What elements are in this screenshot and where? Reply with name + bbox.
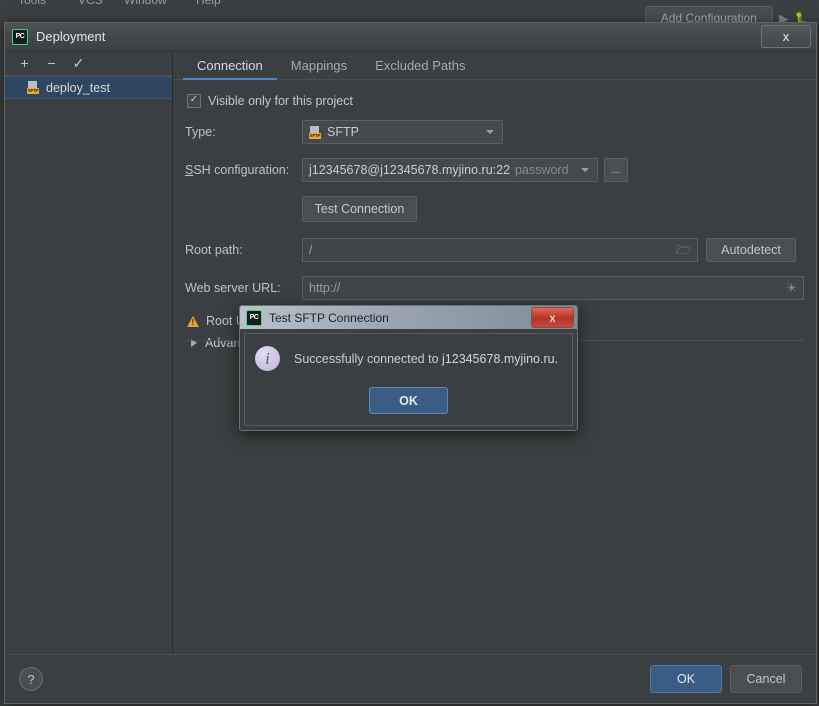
tab-excluded-paths[interactable]: Excluded Paths	[361, 58, 479, 79]
tab-bar: Connection Mappings Excluded Paths	[173, 51, 816, 80]
pycharm-icon: PC	[246, 309, 262, 326]
set-default-button[interactable]: ✓	[72, 56, 85, 70]
folder-icon[interactable]: 🗁	[676, 244, 691, 256]
menu-item-tools[interactable]: Tools	[18, 0, 46, 7]
ssh-configuration-dropdown[interactable]: j12345678@j12345678.myjino.ru:22 passwor…	[302, 158, 598, 182]
tab-connection[interactable]: Connection	[183, 58, 277, 80]
web-server-url-input[interactable]: http:// ☀	[302, 276, 804, 300]
advanced-options-label: Advan	[205, 336, 241, 350]
ssh-configuration-value: j12345678@j12345678.myjino.ru:22	[309, 163, 511, 177]
test-dialog-ok-button[interactable]: OK	[369, 387, 448, 414]
test-dialog-message-row: i Successfully connected to j12345678.my…	[240, 346, 577, 371]
chevron-down-icon	[581, 168, 589, 172]
chevron-down-icon	[486, 130, 494, 134]
menu-item-vcs[interactable]: VCS	[78, 0, 103, 7]
message-host: j12345678.myjino.ru.	[442, 351, 559, 366]
menu-item-help[interactable]: Help	[196, 0, 221, 7]
visible-only-label: Visible only for this project	[208, 94, 353, 108]
menu-item-window[interactable]: Window	[124, 0, 167, 7]
remove-server-button[interactable]: −	[45, 56, 58, 70]
ssh-configuration-row: SSSH configuration:SH configuration: j12…	[185, 158, 804, 182]
type-row: Type: SFTP SFTP	[185, 120, 804, 144]
test-dialog-title: Test SFTP Connection	[269, 310, 389, 325]
dialog-button-bar: ? OK Cancel	[5, 654, 816, 703]
deployment-window-title: Deployment	[36, 29, 106, 44]
test-dialog-message: Successfully connected to j12345678.myji…	[294, 352, 558, 366]
sftp-icon: SFTP	[27, 81, 40, 94]
root-path-label: Root path:	[185, 243, 243, 257]
deployment-titlebar: PC Deployment x	[5, 23, 816, 51]
ok-button[interactable]: OK	[650, 665, 722, 693]
list-item[interactable]: SFTP deploy_test	[5, 76, 172, 99]
visible-only-checkbox[interactable]: ✓	[187, 94, 201, 108]
message-prefix: Successfully connected to	[294, 351, 439, 366]
root-path-row: Root path: / 🗁 Autodetect	[185, 238, 804, 262]
ssh-configuration-label: SSSH configuration:SH configuration:	[185, 163, 290, 177]
ssh-auth-type: password	[515, 163, 569, 177]
warning-icon	[187, 315, 199, 327]
deployment-close-button[interactable]: x	[761, 25, 811, 48]
test-dialog-content: i Successfully connected to j12345678.my…	[244, 333, 573, 426]
test-dialog-titlebar: PC Test SFTP Connection x	[240, 306, 577, 329]
web-server-url-value: http://	[309, 281, 341, 295]
dialog-actions: OK Cancel	[650, 665, 802, 693]
test-connection-button[interactable]: Test Connection	[302, 196, 417, 222]
server-name-label: deploy_test	[46, 80, 110, 95]
web-server-url-row: Web server URL: http:// ☀	[185, 276, 804, 300]
type-label: Type:	[185, 125, 216, 139]
ssh-configuration-browse-button[interactable]: ...	[604, 158, 628, 182]
autodetect-button[interactable]: Autodetect	[706, 238, 796, 262]
type-dropdown[interactable]: SFTP SFTP	[302, 120, 503, 144]
test-dialog-close-button[interactable]: x	[531, 307, 574, 328]
web-server-url-label: Web server URL:	[185, 281, 281, 295]
tab-mappings[interactable]: Mappings	[277, 58, 361, 79]
cancel-button[interactable]: Cancel	[730, 665, 802, 693]
server-list-toolbar: + − ✓	[5, 51, 172, 76]
info-icon: i	[255, 346, 280, 371]
sftp-icon: SFTP	[309, 125, 322, 139]
globe-icon[interactable]: ☀	[786, 282, 797, 294]
server-list: SFTP deploy_test	[5, 76, 172, 654]
pycharm-icon: PC	[12, 28, 28, 45]
root-path-input[interactable]: / 🗁	[302, 238, 698, 262]
server-list-panel: + − ✓ SFTP deploy_test	[5, 51, 173, 654]
add-server-button[interactable]: +	[18, 56, 31, 70]
help-button[interactable]: ?	[19, 667, 43, 691]
test-sftp-connection-dialog: PC Test SFTP Connection x i Successfully…	[239, 305, 578, 431]
type-value: SFTP	[327, 125, 359, 139]
visible-only-row: ✓ Visible only for this project	[187, 94, 804, 108]
root-path-value: /	[309, 243, 313, 257]
